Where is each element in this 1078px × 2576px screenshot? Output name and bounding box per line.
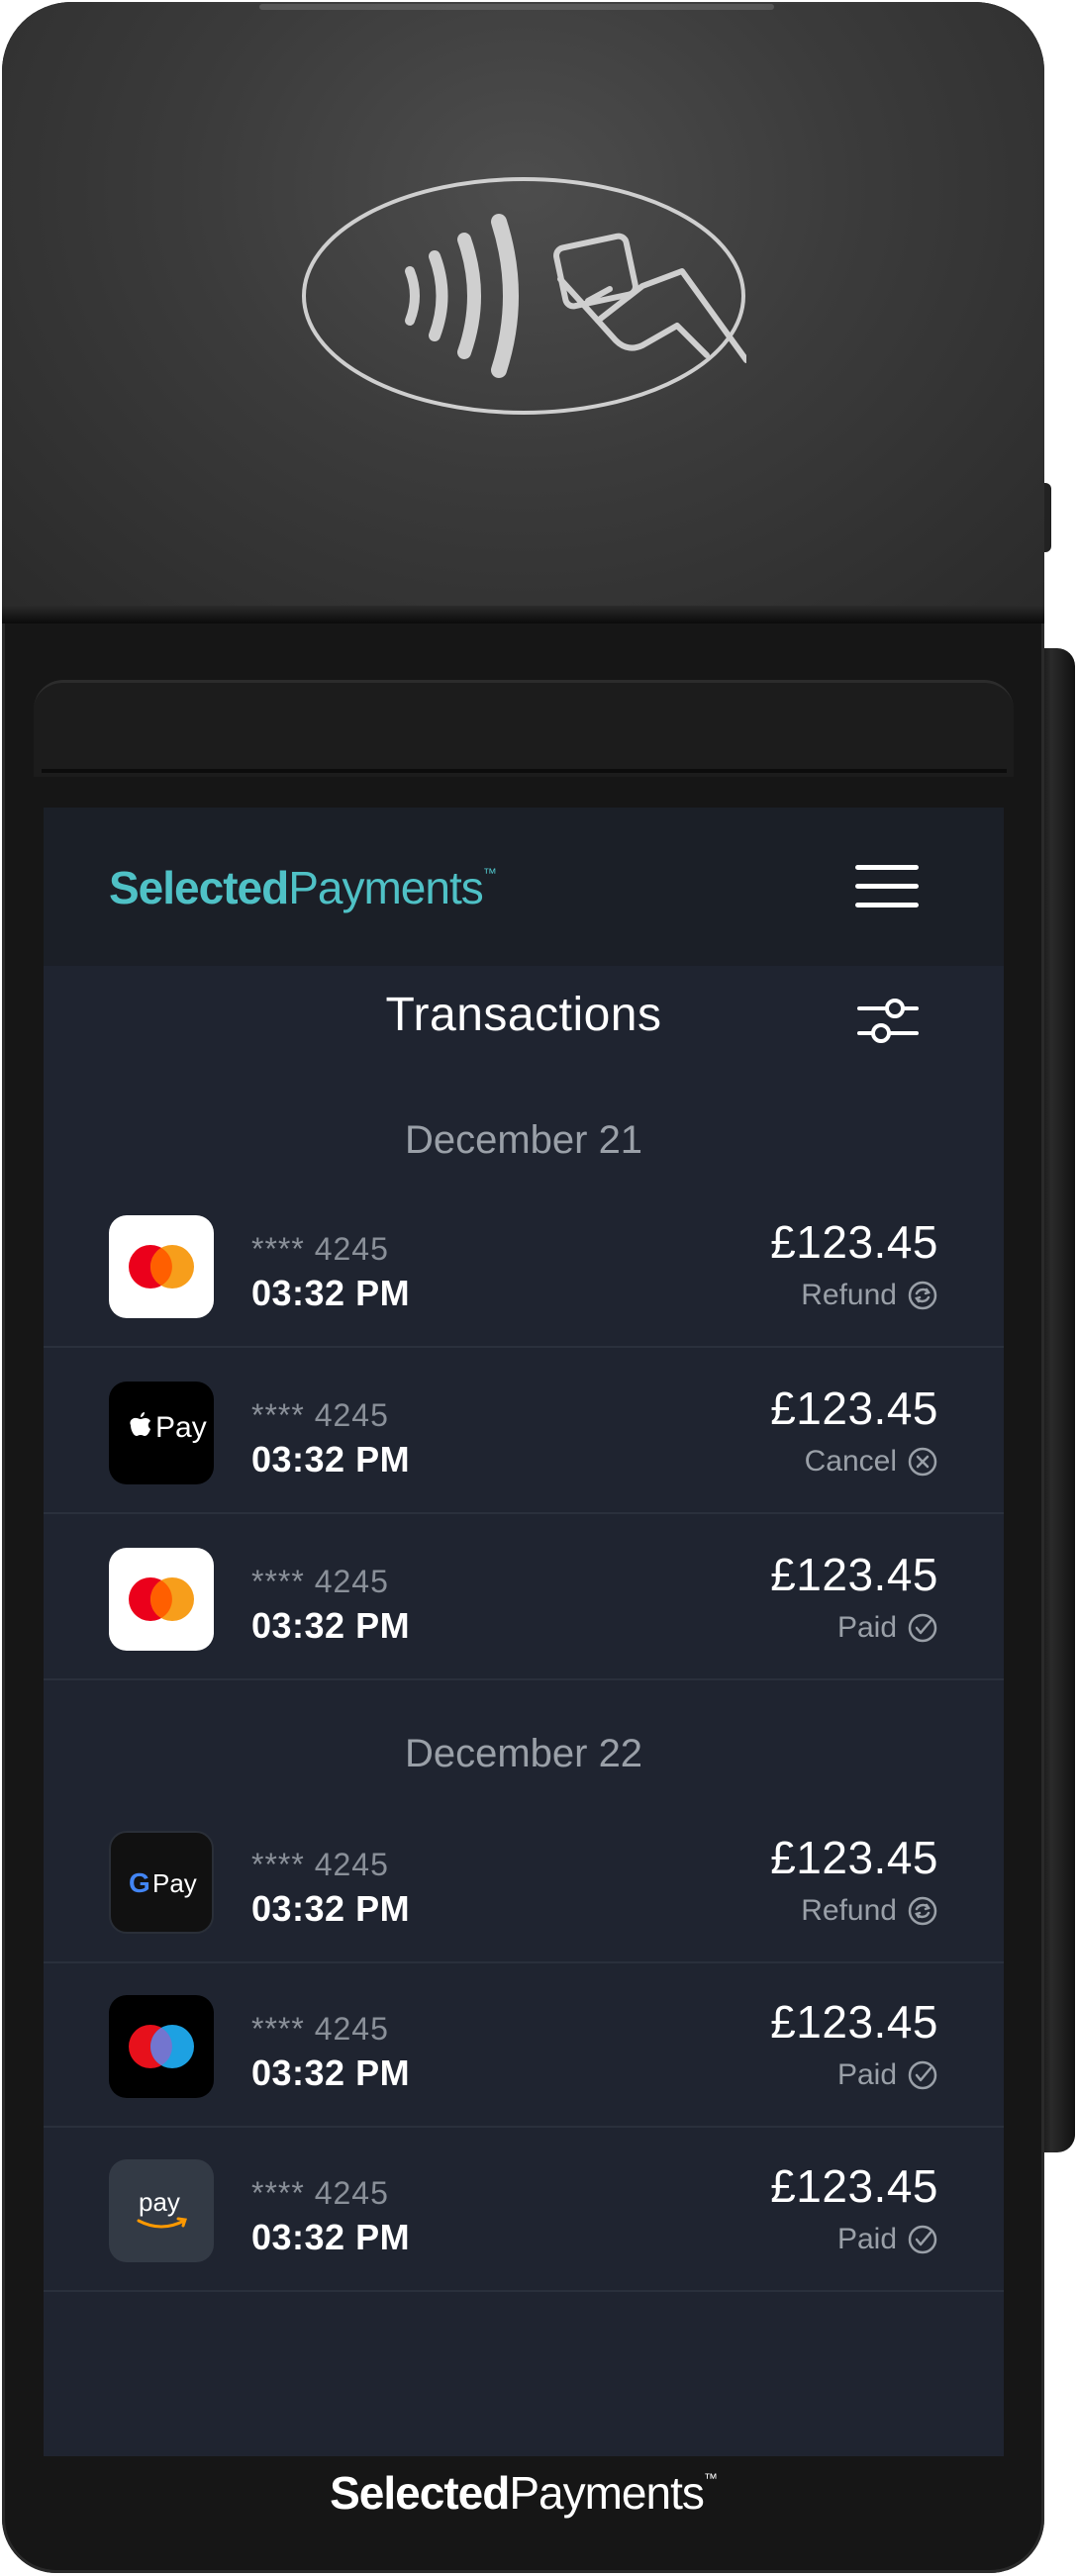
device-brand-trademark: ™ <box>703 2470 718 2486</box>
status-label: Paid <box>836 2223 897 2255</box>
svg-text:Pay: Pay <box>152 1868 197 1898</box>
status-badge: Paid <box>837 2058 938 2092</box>
transaction-time: 03:32 PM <box>251 2052 411 2093</box>
printer-slot-edge <box>42 769 1007 773</box>
device-brand-light: Payments <box>509 2467 705 2519</box>
device-top-head <box>2 2 1044 620</box>
status-label: Paid <box>836 2058 897 2091</box>
transaction-time: 03:32 PM <box>251 1605 411 1646</box>
menu-bar <box>855 903 919 907</box>
transaction-row[interactable]: Pay **** 4245 03:32 PM £123.45 Cancel <box>44 1348 1004 1514</box>
check-icon <box>907 1612 938 1644</box>
amazon-pay-icon: pay <box>109 2159 214 2262</box>
transaction-amount: £123.45 <box>770 2160 938 2212</box>
card-number: **** 4245 <box>251 1397 389 1433</box>
google-pay-icon: G Pay <box>109 1831 214 1934</box>
transaction-amount: £123.45 <box>770 1996 938 2048</box>
status-label: Refund <box>801 1894 897 1927</box>
svg-text:G: G <box>129 1867 150 1898</box>
transaction-amount: £123.45 <box>770 1549 938 1600</box>
cancel-icon <box>907 1446 938 1478</box>
status-label: Cancel <box>804 1445 897 1478</box>
card-number: **** 4245 <box>251 1231 389 1267</box>
filter-sliders-icon[interactable] <box>857 994 919 1047</box>
pos-terminal-device: SelectedPayments™ Transactions December … <box>2 2 1044 2573</box>
svg-text:Pay: Pay <box>155 1411 207 1444</box>
receipt-printer-slot <box>34 680 1014 777</box>
status-badge: Paid <box>837 1611 938 1645</box>
device-brand-bold: Selected <box>330 2467 510 2519</box>
status-label: Refund <box>801 1279 897 1311</box>
svg-text:pay: pay <box>139 2187 180 2217</box>
contactless-nfc-icon <box>301 172 749 420</box>
check-icon <box>907 2059 938 2091</box>
transaction-row[interactable]: **** 4245 03:32 PM £123.45 Paid <box>44 1514 1004 1680</box>
status-badge: Refund <box>801 1894 938 1928</box>
transaction-time: 03:32 PM <box>251 2217 411 2257</box>
brand-trademark: ™ <box>482 865 497 881</box>
mastercard-icon <box>109 1215 214 1318</box>
card-number: **** 4245 <box>251 1564 389 1599</box>
refund-icon <box>907 1895 938 1927</box>
maestro-icon <box>109 1995 214 2098</box>
date-header: December 21 <box>404 1118 643 1162</box>
status-label: Paid <box>836 1611 897 1644</box>
transaction-row[interactable]: **** 4245 03:32 PM £123.45 Refund <box>44 1182 1004 1348</box>
brand-name-light: Payments <box>288 862 484 913</box>
transaction-time: 03:32 PM <box>251 1439 411 1479</box>
card-number: **** 4245 <box>251 2011 389 2047</box>
transaction-amount: £123.45 <box>770 1216 938 1268</box>
title-bar: Transactions <box>44 966 1004 1075</box>
transaction-row[interactable]: pay **** 4245 03:32 PM £123.45 Paid <box>44 2126 1004 2292</box>
transaction-time: 03:32 PM <box>251 1273 411 1313</box>
terminal-screen: SelectedPayments™ Transactions December … <box>44 808 1004 2456</box>
transaction-amount: £123.45 <box>770 1832 938 1883</box>
check-icon <box>907 2224 938 2255</box>
status-badge: Paid <box>837 2223 938 2256</box>
device-brand-label: SelectedPayments™ <box>2 2466 1044 2520</box>
transaction-time: 03:32 PM <box>251 1888 411 1929</box>
hamburger-menu-icon[interactable] <box>855 865 919 910</box>
device-head-edge <box>2 606 1044 623</box>
transaction-row[interactable]: **** 4245 03:32 PM £123.45 Paid <box>44 1961 1004 2128</box>
brand-logo: SelectedPayments™ <box>109 861 497 914</box>
card-number: **** 4245 <box>251 2175 389 2211</box>
app-header: SelectedPayments™ <box>44 808 1004 966</box>
mastercard-icon <box>109 1548 214 1651</box>
status-badge: Refund <box>801 1279 938 1312</box>
refund-icon <box>907 1280 938 1311</box>
status-badge: Cancel <box>805 1445 938 1479</box>
apple-pay-icon: Pay <box>109 1382 214 1484</box>
date-header: December 22 <box>404 1732 643 1775</box>
transaction-row[interactable]: G Pay **** 4245 03:32 PM £123.45 Refund <box>44 1797 1004 1963</box>
menu-bar <box>855 884 919 889</box>
menu-bar <box>855 865 919 870</box>
card-number: **** 4245 <box>251 1847 389 1882</box>
device-top-highlight <box>259 4 774 10</box>
transaction-amount: £123.45 <box>770 1383 938 1434</box>
brand-name-bold: Selected <box>109 862 289 913</box>
